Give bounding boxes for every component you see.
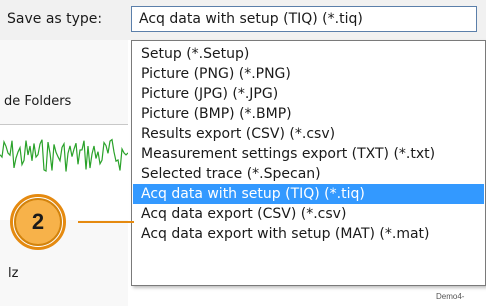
figure-id-label: Demo4- (436, 292, 465, 301)
file-type-option-jpg[interactable]: Picture (JPG) (*.JPG) (133, 84, 484, 104)
file-type-option-results-csv[interactable]: Results export (CSV) (*.csv) (133, 124, 484, 144)
file-type-option-mat[interactable]: Acq data export with setup (MAT) (*.mat) (133, 224, 484, 244)
file-type-option-acq-csv[interactable]: Acq data export (CSV) (*.csv) (133, 204, 484, 224)
file-type-dropdown-list[interactable]: Setup (*.Setup) Picture (PNG) (*.PNG) Pi… (131, 40, 486, 286)
save-as-type-combobox[interactable]: Acq data with setup (TIQ) (*.tiq) (131, 6, 477, 32)
file-type-option-setup[interactable]: Setup (*.Setup) (133, 44, 484, 64)
file-type-option-specan[interactable]: Selected trace (*.Specan) (133, 164, 484, 184)
folder-panel: de Folders lz (0, 40, 128, 306)
save-as-type-value: Acq data with setup (TIQ) (*.tiq) (139, 11, 363, 27)
callout-leader-line (78, 221, 134, 223)
file-type-option-png[interactable]: Picture (PNG) (*.PNG) (133, 64, 484, 84)
frequency-unit-label: lz (8, 266, 19, 281)
callout-number: 2 (31, 209, 45, 234)
hide-folders-link[interactable]: de Folders (4, 94, 71, 109)
save-as-type-label: Save as type: (7, 11, 103, 27)
file-type-option-bmp[interactable]: Picture (BMP) (*.BMP) (133, 104, 484, 124)
file-type-option-settings-txt[interactable]: Measurement settings export (TXT) (*.txt… (133, 144, 484, 164)
save-as-type-row: Save as type: Acq data with setup (TIQ) … (0, 0, 486, 40)
file-type-option-tiq[interactable]: Acq data with setup (TIQ) (*.tiq) (133, 184, 484, 204)
